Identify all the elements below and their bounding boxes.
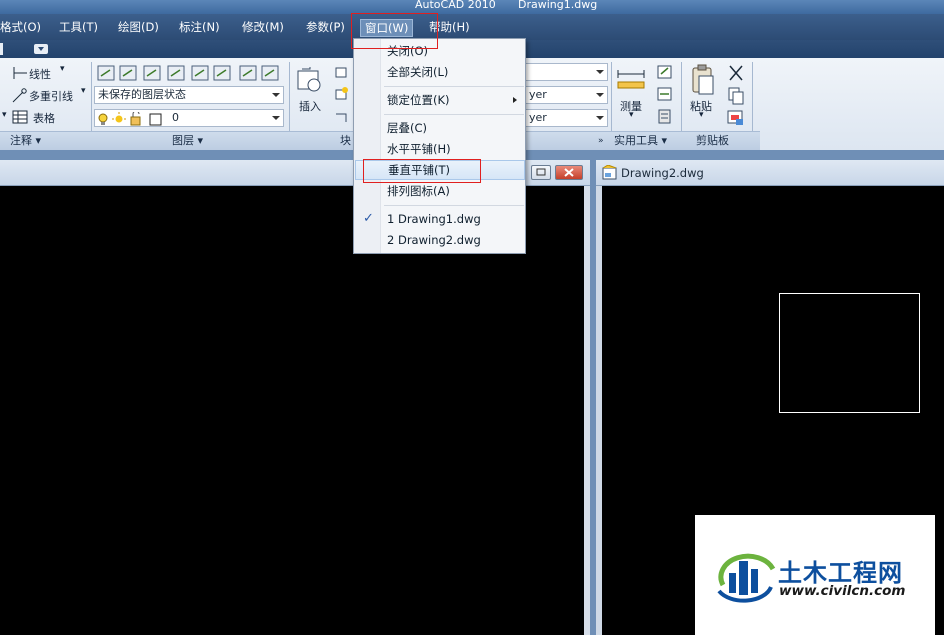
linetype-dropdown[interactable]: yer (526, 86, 608, 104)
menu-arrange-icons[interactable]: 排列图标(A) (355, 181, 525, 201)
menu-parametric[interactable]: 参数(P) (302, 19, 349, 37)
linear-dimension-label[interactable]: 线性 (29, 66, 51, 82)
layer-tools-row (96, 62, 284, 84)
menu-format[interactable]: 格式(O) (0, 19, 45, 37)
layer-tool-icons[interactable] (96, 64, 284, 82)
menu-window-drawing2[interactable]: 2 Drawing2.dwg (355, 230, 525, 250)
table-dropdown-arrow[interactable]: ▾ (2, 110, 7, 120)
block-panel-title[interactable]: 块 (340, 133, 351, 149)
app-title-bar: AutoCAD 2010 Drawing1.dwg (0, 0, 944, 14)
restore-icon (536, 168, 546, 176)
drawing2-titlebar[interactable]: Drawing2.dwg (596, 160, 944, 186)
checkmark-icon: ✓ (363, 211, 374, 226)
menu-window-drawing1[interactable]: ✓ 1 Drawing1.dwg (355, 209, 525, 229)
chevron-down-icon (596, 70, 604, 74)
multileader-label[interactable]: 多重引线 (29, 88, 73, 104)
insert-block-icon[interactable] (296, 65, 326, 95)
utilities-panel-title[interactable]: 实用工具 ▾ (614, 133, 667, 149)
menu-close-all[interactable]: 全部关闭(L) (355, 62, 525, 82)
menu-draw[interactable]: 绘图(D) (114, 19, 163, 37)
menu-separator (384, 114, 524, 115)
menu-tools[interactable]: 工具(T) (55, 19, 102, 37)
utility-tool-icons[interactable] (656, 64, 674, 126)
cut-icon[interactable] (726, 63, 746, 83)
multileader-icon[interactable] (11, 88, 27, 104)
measure-icon[interactable] (616, 68, 646, 92)
layer-status-icons (98, 112, 162, 126)
lineweight-value: yer (529, 111, 547, 124)
dwg-file-icon (602, 165, 617, 180)
clipboard-panel-title[interactable]: 剪贴板 (696, 133, 729, 149)
civilcn-logo-icon (717, 553, 776, 603)
watermark: 土木工程网 www.civilcn.com (695, 515, 935, 635)
tab-edge (0, 43, 3, 55)
ribbon-minimize-icon[interactable] (34, 44, 48, 54)
current-layer-value: 0 (172, 111, 179, 124)
multileader-dropdown-arrow[interactable]: ▾ (81, 86, 86, 96)
watermark-url: www.civilcn.com (779, 583, 906, 599)
submenu-arrow-icon (513, 97, 517, 103)
layer-state-value: 未保存的图层状态 (98, 88, 186, 101)
table-icon[interactable] (12, 110, 28, 124)
layers-panel-title[interactable]: 图层 ▾ (172, 133, 203, 149)
chevron-down-icon (272, 116, 280, 120)
menu-separator (384, 86, 524, 87)
table-label[interactable]: 表格 (33, 110, 55, 126)
drawn-rectangle[interactable] (779, 293, 920, 413)
measure-dropdown-arrow[interactable]: ▾ (629, 110, 634, 120)
block-tool-icons[interactable] (334, 66, 350, 126)
menu-cascade[interactable]: 层叠(C) (355, 118, 525, 138)
app-title: AutoCAD 2010 (415, 0, 496, 11)
menu-lock-location[interactable]: 锁定位置(K) (355, 90, 525, 110)
annotation-highlight-window-menu (351, 13, 438, 49)
menu-separator (384, 205, 524, 206)
current-layer-dropdown[interactable]: 0 (94, 109, 284, 127)
lineweight-dropdown[interactable]: yer (526, 109, 608, 127)
paste-icon[interactable] (690, 64, 716, 96)
annotate-panel-title[interactable]: 注释 ▾ (10, 133, 41, 149)
insert-label[interactable]: 插入 (299, 98, 321, 114)
document-title: Drawing1.dwg (518, 0, 598, 11)
paste-dropdown-arrow[interactable]: ▾ (699, 110, 704, 120)
layer-state-dropdown[interactable]: 未保存的图层状态 (94, 86, 284, 104)
menu-dimension[interactable]: 标注(N) (175, 19, 224, 37)
close-button[interactable] (555, 165, 583, 180)
linear-dropdown-arrow[interactable]: ▾ (60, 64, 65, 74)
window-menu-dropdown: 关闭(O) 全部关闭(L) 锁定位置(K) 层叠(C) 水平平铺(H) 垂直平铺… (353, 38, 526, 254)
close-icon (564, 168, 574, 177)
chevron-down-icon (596, 116, 604, 120)
chevron-down-icon (272, 93, 280, 97)
menu-bar: 格式(O) 工具(T) 绘图(D) 标注(N) 修改(M) 参数(P) 窗口(W… (0, 14, 944, 40)
restore-button[interactable] (531, 165, 551, 180)
menu-modify[interactable]: 修改(M) (238, 19, 288, 37)
menu-tile-horizontally[interactable]: 水平平铺(H) (355, 139, 525, 159)
copy-icon[interactable] (726, 86, 746, 106)
properties-expand-icon[interactable]: » (598, 133, 604, 149)
linetype-value: yer (529, 88, 547, 101)
drawing2-title: Drawing2.dwg (621, 166, 704, 180)
linear-dimension-icon[interactable] (12, 66, 28, 80)
chevron-down-icon (596, 93, 604, 97)
annotation-highlight-tile-vertically (363, 159, 481, 183)
color-dropdown[interactable] (526, 63, 608, 81)
match-properties-icon[interactable] (726, 108, 746, 128)
